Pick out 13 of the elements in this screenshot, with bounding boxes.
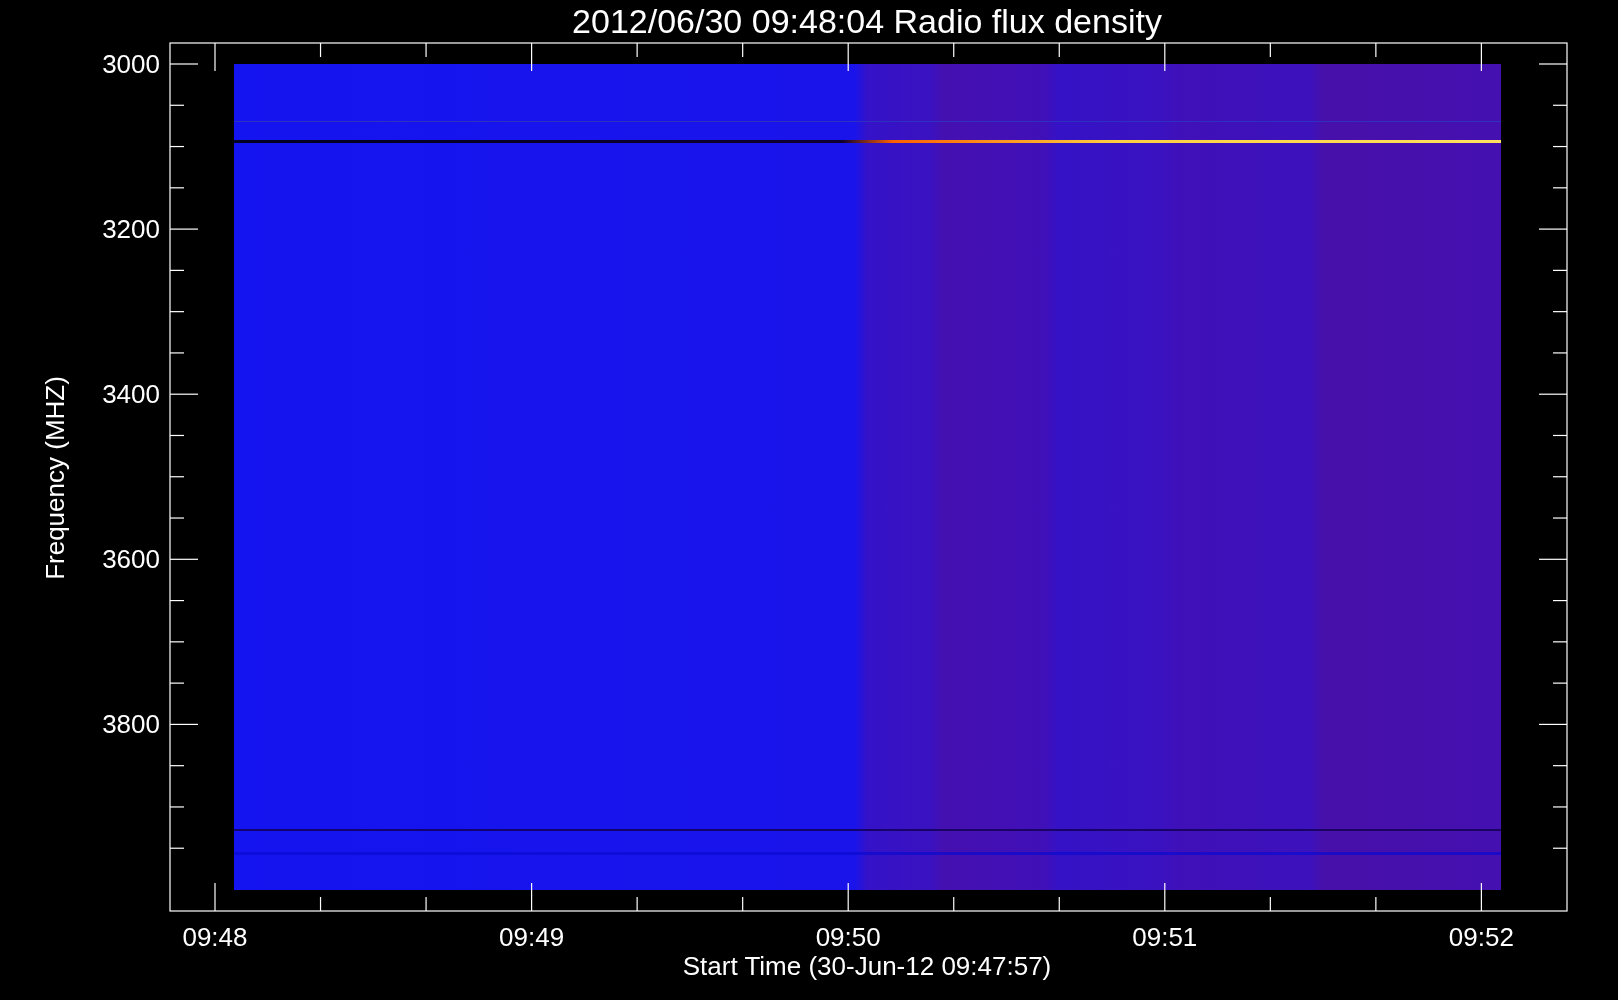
y-axis-label: Frequency (MHZ) (40, 376, 70, 580)
y-tick-label: 3800 (102, 709, 160, 740)
y-tick-label: 3200 (102, 214, 160, 245)
x-tick-label: 09:52 (1448, 922, 1514, 952)
plot-title: 2012/06/30 09:48:04 Radio flux density (572, 2, 1162, 40)
x-tick-label: 09:48 (182, 922, 248, 952)
y-tick-label: 3600 (102, 544, 160, 575)
y-tick-label: 3400 (102, 379, 160, 410)
x-tick-label: 09:50 (815, 922, 881, 952)
x-axis-label: Start Time (30-Jun-12 09:47:57) (682, 951, 1052, 981)
x-tick-label: 09:51 (1132, 922, 1198, 952)
x-tick-label: 09:49 (499, 922, 565, 952)
y-tick-label: 3000 (102, 49, 160, 79)
